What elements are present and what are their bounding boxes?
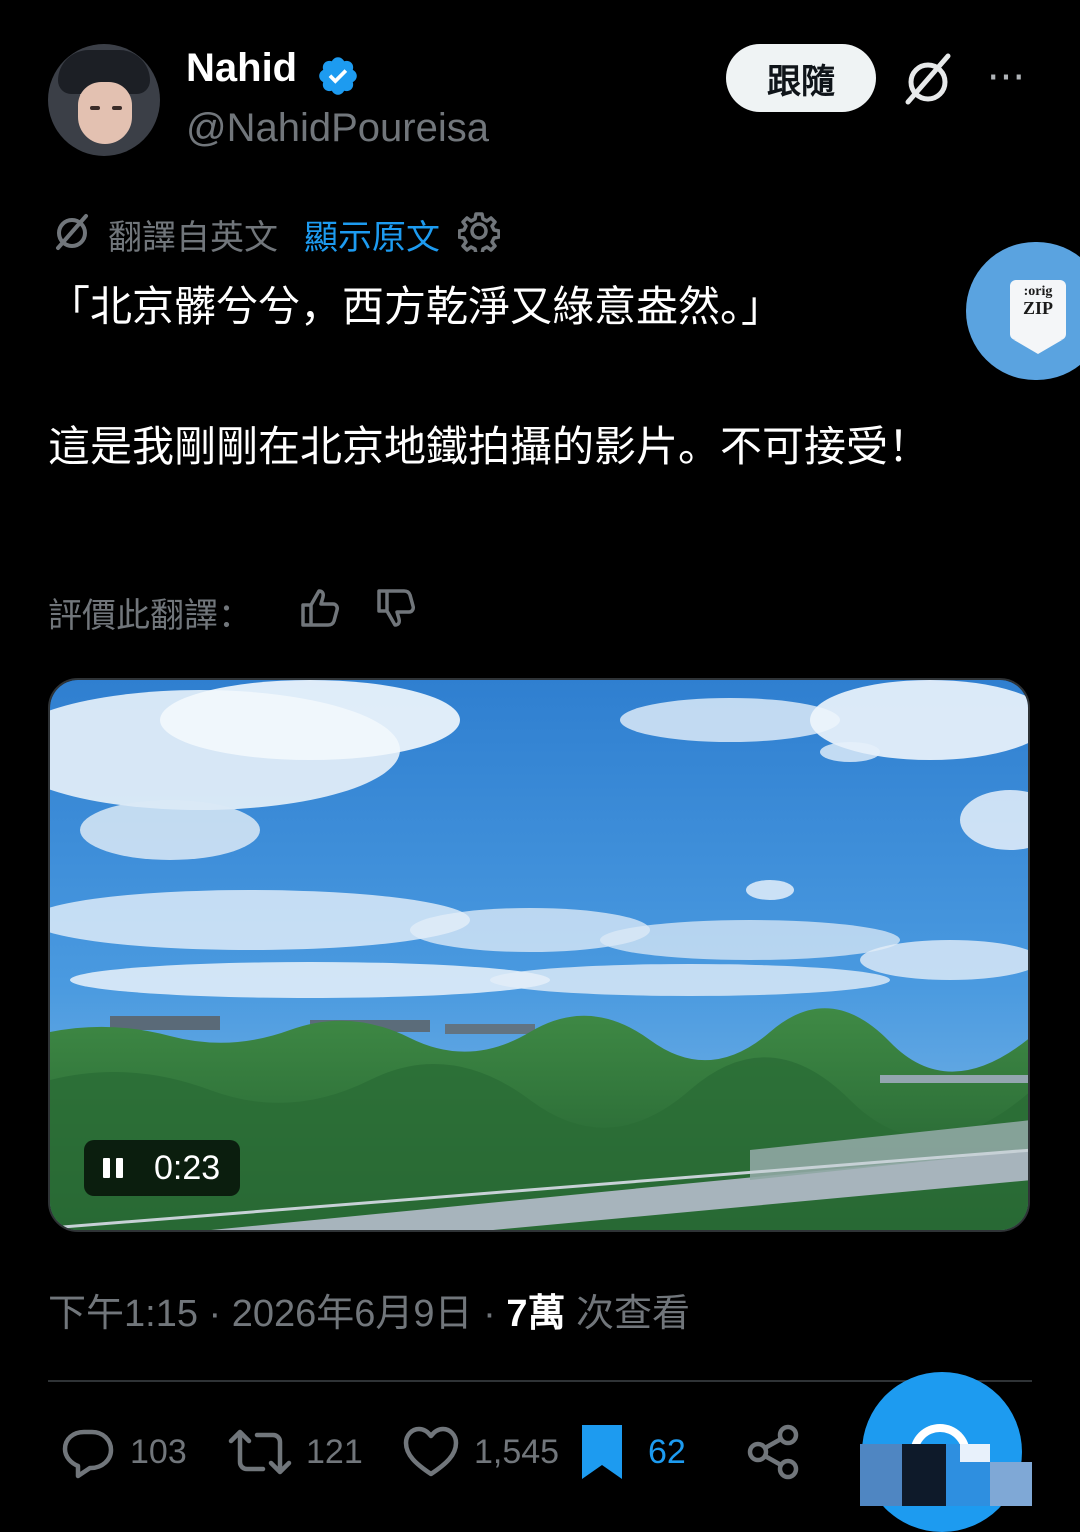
video-time-badge[interactable]: 0:23 — [84, 1140, 240, 1196]
view-count: 7萬 — [506, 1293, 566, 1335]
bookmark-button[interactable]: 62 — [578, 1420, 686, 1484]
video-time: 0:23 — [154, 1148, 221, 1187]
thumbs-up-icon[interactable] — [298, 586, 342, 630]
bookmark-count: 62 — [648, 1432, 686, 1471]
like-count: 1,545 — [474, 1432, 560, 1471]
reply-count: 103 — [130, 1432, 187, 1471]
zip-icon: :orig ZIP — [1010, 280, 1066, 340]
show-original-link[interactable]: 顯示原文 — [304, 210, 440, 259]
reply-icon — [62, 1429, 114, 1479]
meta-separator: · — [472, 1293, 507, 1335]
repost-count: 121 — [306, 1432, 363, 1471]
pause-icon[interactable] — [100, 1155, 126, 1181]
tweet-text: 「北京髒兮兮，西方乾淨又綠意盎然。」 這是我剛剛在北京地鐵拍攝的影片。不可接受！ — [48, 282, 931, 471]
download-arrow-icon — [1014, 340, 1062, 354]
like-button[interactable]: 1,545 — [402, 1420, 559, 1484]
bookmark-icon — [582, 1425, 622, 1479]
gear-icon[interactable] — [458, 210, 500, 252]
repost-icon — [228, 1429, 292, 1475]
display-name[interactable]: Nahid — [186, 46, 297, 91]
reply-button[interactable]: 103 — [60, 1420, 187, 1484]
tweet-meta: 下午1:15 · 2026年6月9日 · 7萬 次查看 — [48, 1282, 690, 1337]
zip-badge-line2: ZIP — [1022, 298, 1053, 318]
divider — [48, 1380, 1032, 1382]
thumbs-down-icon[interactable] — [374, 586, 418, 630]
meta-separator: · — [197, 1293, 232, 1335]
grok-icon[interactable] — [898, 50, 958, 110]
heart-icon — [403, 1426, 459, 1477]
repost-button[interactable]: 121 — [228, 1420, 363, 1484]
rate-translation-label: 評價此翻譯： — [48, 596, 252, 636]
avatar[interactable] — [48, 44, 160, 156]
views-label: 次查看 — [565, 1293, 691, 1335]
share-button[interactable] — [744, 1420, 802, 1484]
share-icon — [747, 1424, 799, 1480]
verified-badge-icon — [319, 57, 357, 95]
tweet-date[interactable]: 2026年6月9日 — [232, 1293, 473, 1335]
tweet-time[interactable]: 下午1:15 — [48, 1293, 198, 1335]
pixelated-overlay — [860, 1444, 1032, 1506]
translate-icon — [56, 214, 88, 250]
more-options-button[interactable]: ··· — [978, 58, 1034, 98]
follow-button[interactable]: 跟隨 — [726, 44, 876, 112]
user-handle[interactable]: @NahidPoureisa — [186, 106, 489, 151]
translation-label: 翻譯自英文 — [108, 218, 278, 258]
